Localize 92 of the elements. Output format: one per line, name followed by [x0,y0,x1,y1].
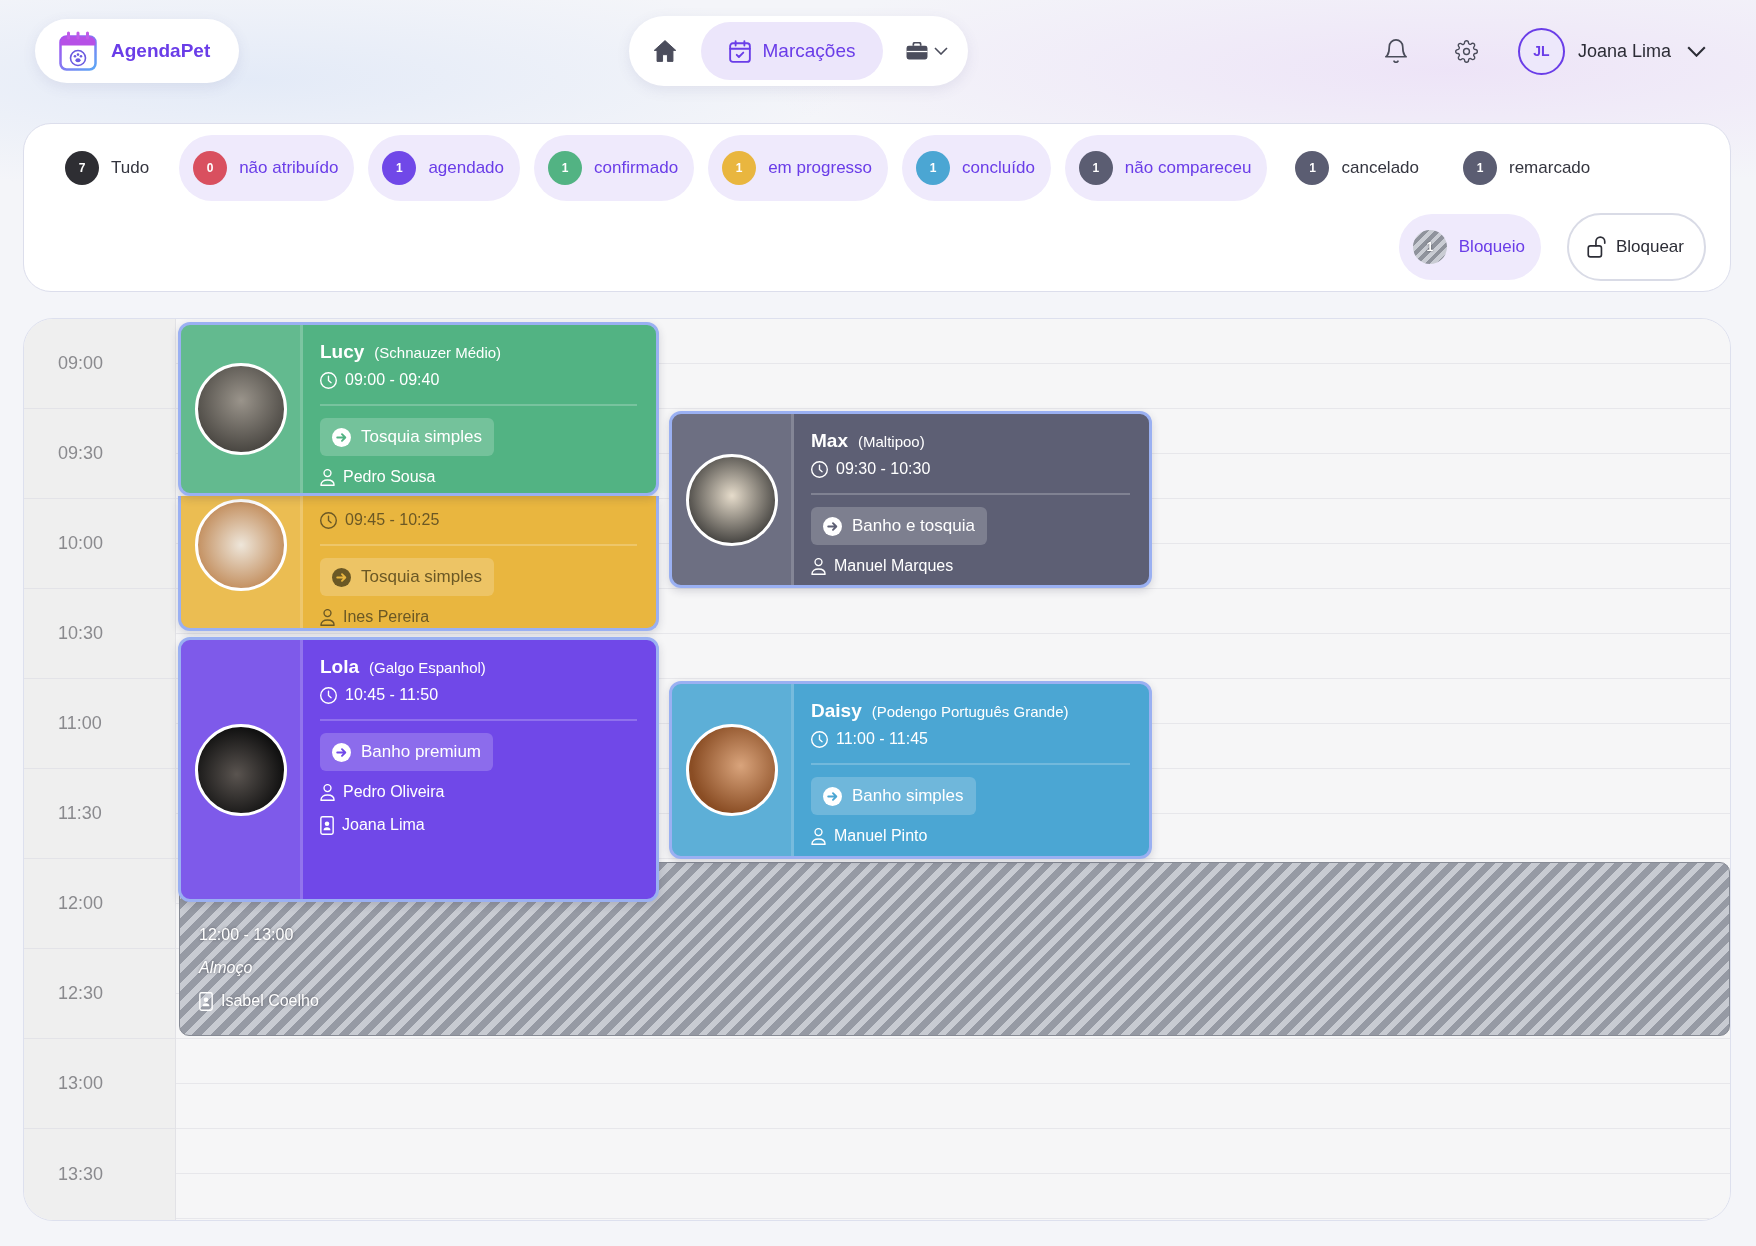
time-cell: 13:00 [24,1039,175,1129]
time-cell: 11:00 [24,679,175,769]
service-button[interactable]: Banho e tosquia [811,507,987,545]
clock-icon [811,730,828,748]
staff-name: Manuel Marques [834,557,954,575]
staff-name: Pedro Oliveira [343,783,445,801]
person-icon [811,827,826,845]
time-cell: 09:30 [24,409,175,499]
pet-breed: (Podengo Português Grande) [871,702,1069,722]
count-badge: 1 [1412,230,1447,264]
count-badge: 7 [65,151,99,185]
time-cell: 10:30 [24,589,175,679]
id-badge-icon [320,815,334,835]
logo-pill[interactable]: AgendaPet [35,19,239,83]
clock-icon [320,511,337,529]
appointment-time: 09:00 - 09:40 [345,371,440,389]
count-badge: 1 [722,151,757,185]
person-icon [320,783,335,801]
filter-chip[interactable]: 1 agendado [368,135,520,201]
arrow-circle-icon [823,516,842,536]
appointment-card[interactable]: Max (Maltipoo) 09:30 - 10:30 Banho e tosquia Manuel Marques [669,411,1152,588]
person-icon [320,608,335,626]
count-badge: 1 [382,151,417,185]
staff-name: Pedro Sousa [343,468,436,486]
bell-icon [1384,39,1407,63]
time-cell-text: 13:30 [57,1162,105,1186]
pet-name: Lola [320,655,360,679]
app-name: AgendaPet [111,40,211,62]
pet-breed: (Maltipoo) [857,432,925,452]
appointment-time: 09:45 - 10:25 [345,511,440,529]
filter-chip[interactable]: 1 confirmado [534,135,695,201]
appointment-card[interactable]: Daisy (Podengo Português Grande) 11:00 - 11:45 Banho simples Manuel Pinto [669,681,1152,859]
staff-name: Joana Lima [342,816,425,834]
count-badge: 1 [916,151,951,185]
filter-chip[interactable]: 0 não atribuído [179,135,355,201]
appointment-card[interactable]: Lola (Galgo Espanhol) 10:45 - 11:50 Banho premium Pedro Oliveira Joana Lima [178,637,659,902]
appointment-card[interactable]: 09:45 - 10:25 Tosquia simples Ines Pereira [178,496,659,631]
chevron-down-icon [934,47,948,55]
filter-chip[interactable]: 1 em progresso [708,135,889,201]
arrow-circle-icon [332,427,351,447]
filter-chip[interactable]: 1 Bloqueio [1398,214,1541,280]
staff-name: Isabel Coelho [221,992,319,1010]
staff-name: Ines Pereira [343,608,430,626]
count-badge: 1 [1078,151,1113,185]
person-icon [320,468,335,486]
user-avatar[interactable]: JL [1517,27,1565,75]
pet-name: Daisy [811,699,862,723]
block-note: Almoço [199,959,253,977]
arrow-circle-icon [332,742,351,762]
blocked-time-block[interactable]: 12:00 - 13:00 Almoço Isabel Coelho [179,862,1730,1036]
user-name[interactable]: Joana Lima [1577,40,1671,62]
filter-chip[interactable]: 1 cancelado [1281,135,1435,201]
staff-name: Manuel Pinto [834,827,928,845]
pet-breed: (Schnauzer Médio) [374,343,502,363]
time-cell: 12:30 [24,949,175,1039]
home-icon [654,40,676,62]
count-badge: 1 [548,151,582,185]
open-padlock-icon [1586,236,1606,258]
count-badge: 0 [193,151,228,185]
service-button[interactable]: Banho premium [320,733,493,771]
time-cell: 09:00 [24,319,175,409]
time-cell: 12:00 [24,859,175,949]
briefcase-icon [906,42,928,60]
filter-chip[interactable]: 7 Tudo [51,135,166,201]
arrow-circle-icon [823,786,842,806]
clock-icon [811,460,828,478]
count-badge: 1 [1295,151,1330,185]
time-cell: 11:30 [24,769,175,859]
clock-icon [320,686,337,704]
chevron-down-icon[interactable] [1687,45,1706,57]
appointment-time: 10:45 - 11:50 [345,686,439,704]
calendar-check-icon [728,39,751,63]
block-button[interactable]: Bloquear [1566,213,1706,281]
service-button[interactable]: Tosquia simples [320,558,494,596]
pet-name: Max [811,429,848,453]
calendar-paw-logo-icon [59,31,97,71]
time-cell: 10:00 [24,499,175,589]
count-badge: 1 [1463,151,1497,185]
block-time: 12:00 - 13:00 [199,926,294,944]
pet-name: Lucy [320,340,365,364]
appointment-time: 09:30 - 10:30 [836,460,931,478]
filter-chip[interactable]: 1 não compareceu [1064,135,1268,201]
arrow-circle-icon [332,567,351,587]
filter-chip[interactable]: 1 concluído [902,135,1051,201]
filter-chip[interactable]: 1 remarcado [1449,135,1607,201]
clock-icon [320,371,337,389]
nav-tab[interactable]: Marcações [701,22,883,80]
appointment-time: 11:00 - 11:45 [836,730,928,748]
settings-icon [1455,39,1479,63]
person-icon [811,557,826,575]
pet-breed: (Galgo Espanhol) [369,658,486,678]
id-badge-icon [199,991,213,1011]
